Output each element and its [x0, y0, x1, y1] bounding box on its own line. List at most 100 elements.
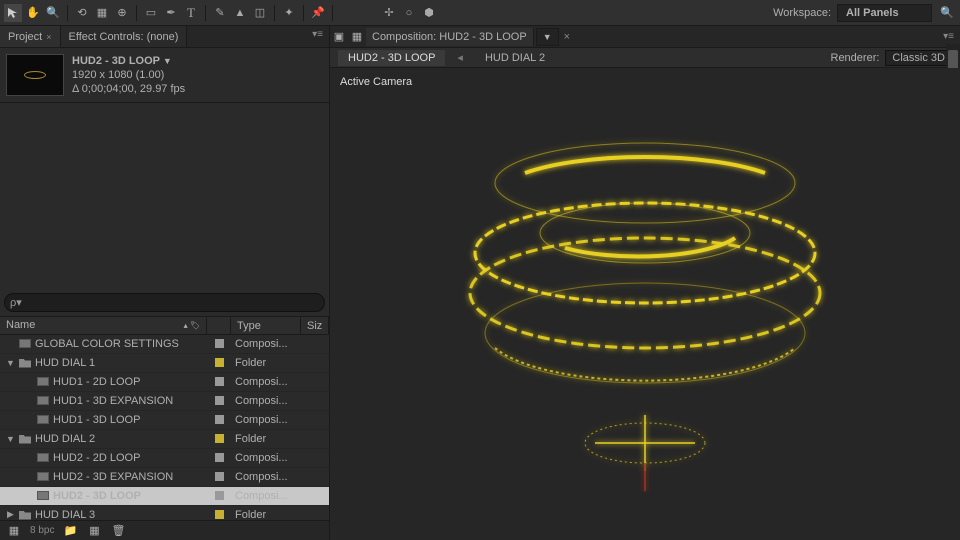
trash-icon[interactable]: 🗑 — [110, 523, 126, 539]
folder-icon — [19, 358, 31, 368]
eraser-tool-icon[interactable]: ◫ — [251, 4, 269, 22]
new-comp-icon[interactable]: ▦ — [86, 523, 102, 539]
item-name: HUD1 - 3D LOOP — [53, 414, 140, 426]
close-icon[interactable]: × — [559, 31, 575, 43]
comp-dims: 1920 x 1080 (1.00) — [72, 68, 185, 82]
hud-preview — [435, 73, 855, 493]
breadcrumb-item[interactable]: HUD DIAL 2 — [475, 50, 555, 66]
renderer-label: Renderer: — [831, 52, 880, 64]
label-swatch[interactable] — [215, 434, 224, 443]
workspace-label: Workspace: — [773, 7, 831, 19]
composition-icon — [37, 377, 49, 386]
folder-icon — [19, 434, 31, 444]
tab-composition[interactable]: Composition: HUD2 - 3D LOOP — [366, 28, 534, 46]
comp-tab-dropdown[interactable]: ▼ — [536, 28, 559, 46]
comp-icon[interactable]: ▦ — [348, 30, 366, 43]
tree-row[interactable]: HUD1 - 2D LOOP Composi... — [0, 373, 329, 392]
twirl-icon[interactable]: ▼ — [6, 358, 15, 368]
folder-icon — [19, 510, 31, 520]
item-name: GLOBAL COLOR SETTINGS — [35, 338, 179, 350]
snap-tool-icon[interactable]: ○ — [400, 4, 418, 22]
layer-icon[interactable]: ▣ — [330, 30, 348, 43]
item-name: HUD1 - 2D LOOP — [53, 376, 140, 388]
grid-tool-icon[interactable]: ⬢ — [420, 4, 438, 22]
axis-tool-icon[interactable]: ✢ — [380, 4, 398, 22]
pan-behind-tool-icon[interactable]: ⊕ — [113, 4, 131, 22]
comp-duration: Δ 0;00;04;00, 29.97 fps — [72, 82, 185, 96]
label-swatch[interactable] — [215, 510, 224, 519]
item-type: Composi... — [231, 338, 301, 350]
label-swatch[interactable] — [215, 491, 224, 500]
project-tree: GLOBAL COLOR SETTINGS Composi... ▼ HUD DIAL… — [0, 335, 329, 521]
label-swatch[interactable] — [215, 472, 224, 481]
item-type: Composi... — [231, 490, 301, 502]
item-type: Folder — [231, 509, 301, 521]
rect-tool-icon[interactable]: ▭ — [142, 4, 160, 22]
brush-tool-icon[interactable]: ✎ — [211, 4, 229, 22]
active-camera-label: Active Camera — [340, 76, 412, 88]
clone-tool-icon[interactable]: ▲ — [231, 4, 249, 22]
tab-project[interactable]: Project× — [0, 26, 61, 47]
tree-row[interactable]: HUD1 - 3D LOOP Composi... — [0, 411, 329, 430]
search-input[interactable]: ρ▾ — [4, 293, 325, 312]
camera-tool-icon[interactable]: ▦ — [93, 4, 111, 22]
item-name: HUD DIAL 2 — [35, 433, 95, 445]
zoom-tool-icon[interactable]: 🔍 — [44, 4, 62, 22]
item-name: HUD2 - 3D EXPANSION — [53, 471, 173, 483]
workspace-dropdown[interactable]: All Panels — [837, 4, 932, 22]
column-headers[interactable]: Name▴ 🏷 Type Siz — [0, 317, 329, 335]
panel-menu-icon[interactable]: ▾≡ — [937, 28, 960, 45]
new-folder-icon[interactable]: 📁 — [62, 523, 78, 539]
comp-thumbnail — [6, 54, 64, 96]
composition-panel: ▣ ▦ Composition: HUD2 - 3D LOOP ▼ × ▾≡ H… — [330, 26, 960, 540]
composition-icon — [37, 453, 49, 462]
item-type: Composi... — [231, 471, 301, 483]
label-swatch[interactable] — [215, 377, 224, 386]
pen-tool-icon[interactable]: ✒ — [162, 4, 180, 22]
composition-icon — [37, 472, 49, 481]
label-swatch[interactable] — [215, 453, 224, 462]
roto-tool-icon[interactable]: ✦ — [280, 4, 298, 22]
composition-viewer[interactable]: Active Camera — [330, 68, 960, 540]
tree-row[interactable]: HUD1 - 3D EXPANSIONComposi... — [0, 392, 329, 411]
renderer-dropdown[interactable]: Classic 3D — [885, 50, 952, 66]
tree-row[interactable]: HUD2 - 2D LOOP Composi... — [0, 449, 329, 468]
item-name: HUD2 - 2D LOOP — [53, 452, 140, 464]
hand-tool-icon[interactable]: ✋ — [24, 4, 42, 22]
label-swatch[interactable] — [215, 396, 224, 405]
project-panel: Project× Effect Controls: (none) ▾≡ HUD2… — [0, 26, 330, 540]
pin-tool-icon[interactable]: 📌 — [309, 4, 327, 22]
label-swatch[interactable] — [215, 415, 224, 424]
composition-icon — [37, 396, 49, 405]
item-name: HUD DIAL 1 — [35, 357, 95, 369]
tab-effect-controls[interactable]: Effect Controls: (none) — [61, 26, 188, 47]
item-type: Folder — [231, 357, 301, 369]
item-type: Composi... — [231, 452, 301, 464]
tree-row[interactable]: ▶ HUD DIAL 3 Folder — [0, 506, 329, 521]
item-type: Composi... — [231, 376, 301, 388]
label-swatch[interactable] — [215, 339, 224, 348]
tree-row[interactable]: HUD2 - 3D EXPANSION Composi... — [0, 468, 329, 487]
item-name: HUD1 - 3D EXPANSION — [53, 395, 173, 407]
search-help-icon[interactable]: 🔍 — [938, 4, 956, 22]
label-swatch[interactable] — [215, 358, 224, 367]
selection-tool-icon[interactable] — [4, 4, 22, 22]
tree-row[interactable]: ▼ HUD DIAL 1 Folder — [0, 354, 329, 373]
rotate-tool-icon[interactable]: ⟲ — [73, 4, 91, 22]
twirl-icon[interactable]: ▼ — [6, 434, 15, 444]
tree-row[interactable]: ▼HUD DIAL 2Folder — [0, 430, 329, 449]
item-name: HUD DIAL 3 — [35, 509, 95, 521]
breadcrumb-item[interactable]: HUD2 - 3D LOOP — [338, 50, 445, 66]
text-tool-icon[interactable]: T — [182, 4, 200, 22]
tree-row[interactable]: GLOBAL COLOR SETTINGS Composi... — [0, 335, 329, 354]
item-type: Composi... — [231, 414, 301, 426]
close-icon[interactable]: × — [46, 32, 51, 42]
composition-icon — [37, 491, 49, 500]
tree-row[interactable]: HUD2 - 3D LOOP Composi... — [0, 487, 329, 506]
twirl-icon[interactable]: ▶ — [6, 509, 15, 520]
composition-icon — [19, 339, 31, 348]
comp-name: HUD2 - 3D LOOP — [72, 55, 160, 67]
interpret-footage-icon[interactable]: ▦ — [6, 523, 22, 539]
panel-menu-icon[interactable]: ▾≡ — [306, 26, 329, 47]
item-name: HUD2 - 3D LOOP — [53, 490, 141, 502]
